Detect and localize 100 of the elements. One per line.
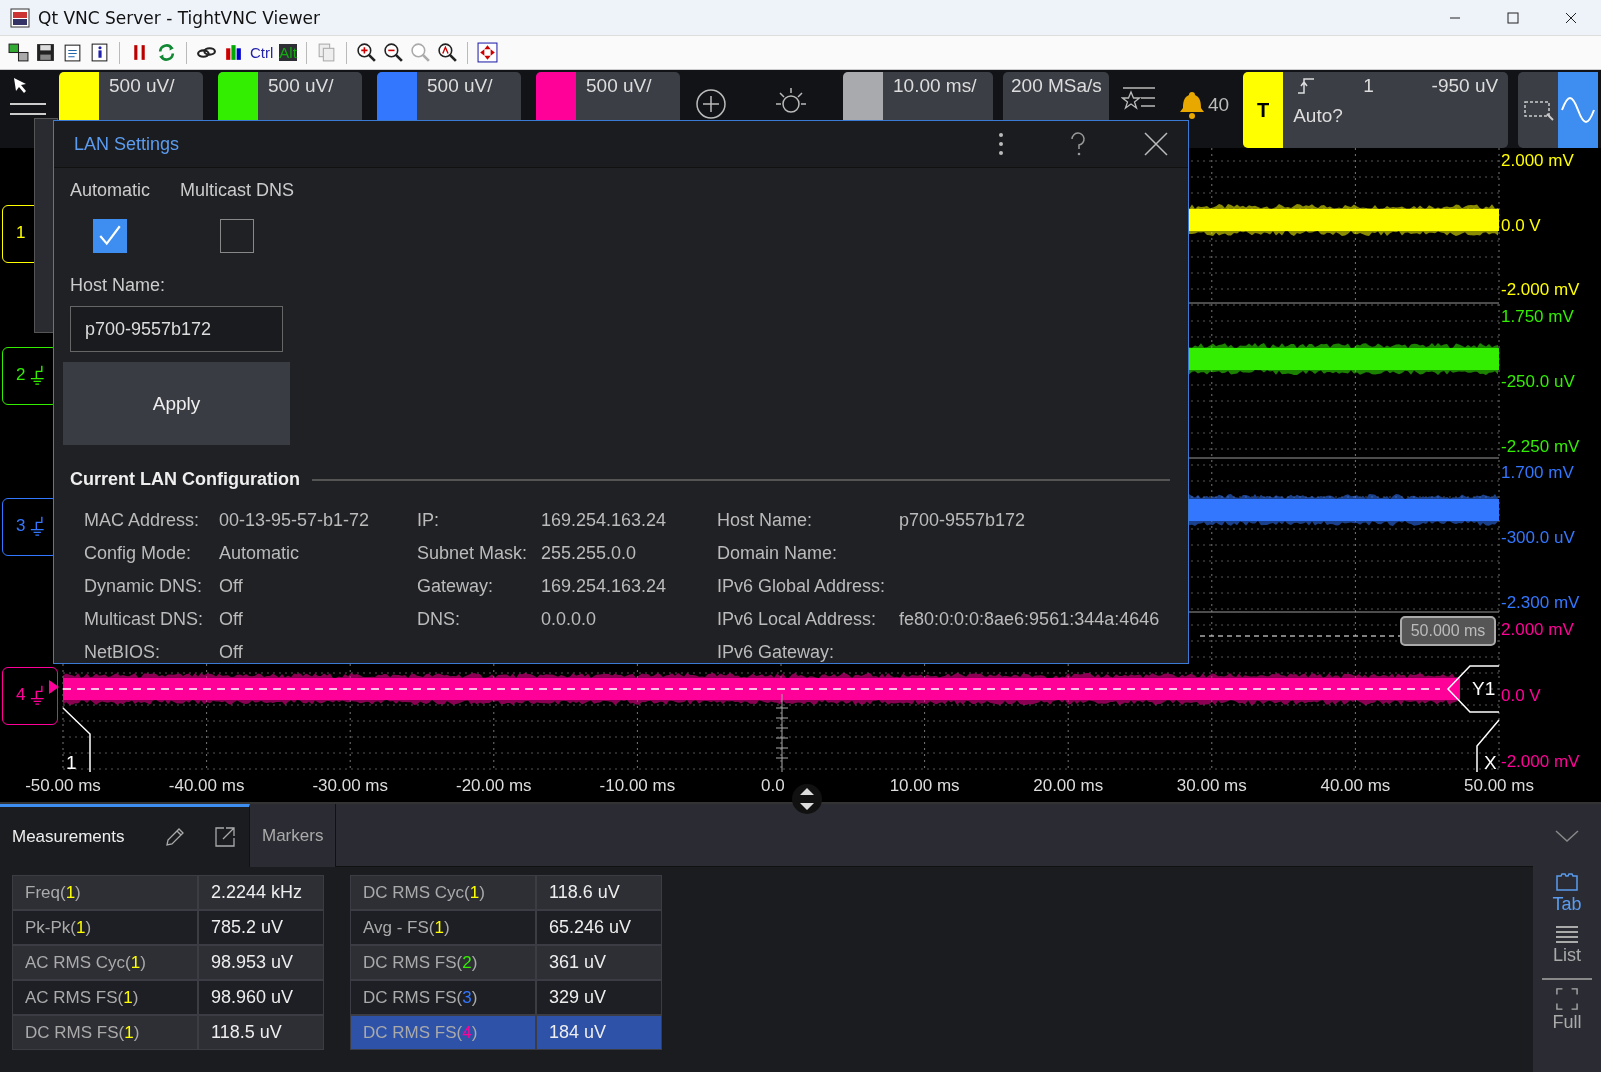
offset-arrow-icon xyxy=(49,680,59,694)
measurement-name[interactable]: AC RMS FS(1) xyxy=(12,980,198,1015)
trigger-source: 1 xyxy=(1363,75,1374,97)
more-options-icon[interactable] xyxy=(998,132,1004,156)
config-value: fe80:0:0:0:8ae6:9561:344a:4646 xyxy=(899,609,1160,630)
select-region-icon[interactable] xyxy=(1523,98,1556,122)
channel-number: 1 xyxy=(16,223,26,243)
host-name-label: Host Name: xyxy=(70,275,166,296)
config-label: Dynamic DNS: xyxy=(84,576,204,597)
config-value: 00-13-95-57-b1-72 xyxy=(219,510,371,531)
panel-tab[interactable]: Markers xyxy=(250,825,336,846)
config-value: Automatic xyxy=(219,543,301,564)
apply-button[interactable]: Apply xyxy=(63,362,290,445)
zoom-in-icon[interactable] xyxy=(355,42,377,63)
axis-label: 0.0 V xyxy=(1501,685,1541,707)
external-link-icon[interactable] xyxy=(214,826,237,848)
x-cursor-marker xyxy=(1476,719,1500,773)
measurement-value: 785.2 uV xyxy=(198,910,324,945)
measurement-value: 98.960 uV xyxy=(198,980,324,1015)
time-label: 30.00 ms xyxy=(1176,776,1247,796)
config-label: Config Mode: xyxy=(84,543,193,564)
measurement-value: 98.953 uV xyxy=(198,945,324,980)
maximize-icon[interactable] xyxy=(1507,11,1519,24)
checkbox[interactable] xyxy=(93,219,127,253)
config-label: IP: xyxy=(417,510,440,531)
measurement-name[interactable]: DC RMS Cyc(1) xyxy=(350,875,536,910)
config-label: IPv6 Global Address: xyxy=(717,576,887,597)
host-name-field[interactable]: p700-9557b172 xyxy=(70,306,283,352)
zoom-out-icon[interactable] xyxy=(382,42,404,63)
cursor-time-readout: 50.000 ms xyxy=(1400,616,1496,646)
add-icon[interactable] xyxy=(695,88,727,120)
time-scale: 10.00 ms/ xyxy=(892,74,977,97)
view-button[interactable]: List xyxy=(1553,925,1581,966)
config-label: Subnet Mask: xyxy=(417,543,529,564)
measurement-name[interactable]: DC RMS FS(2) xyxy=(350,945,536,980)
config-label: Host Name: xyxy=(717,510,814,531)
measurement-value: 184 uV xyxy=(536,1015,662,1050)
chevron-down-icon[interactable] xyxy=(1555,830,1579,842)
option-label: Automatic xyxy=(70,180,151,201)
config-label: IPv6 Gateway: xyxy=(717,642,836,663)
measurement-name[interactable]: DC RMS FS(1) xyxy=(12,1015,198,1050)
alert-count: 40 xyxy=(1208,94,1230,116)
measurement-name[interactable]: DC RMS FS(3) xyxy=(350,980,536,1015)
close-icon[interactable] xyxy=(1144,132,1168,156)
view-button[interactable]: Full xyxy=(1552,987,1582,1033)
measurement-value: 118.6 uV xyxy=(536,875,662,910)
checkbox[interactable] xyxy=(220,219,255,253)
channel-marker[interactable]: 4 xyxy=(2,667,58,725)
channel-number: 3 xyxy=(16,516,26,536)
channel-scale: 500 uV/ xyxy=(585,74,652,97)
channel-scale: 500 uV/ xyxy=(426,74,493,97)
view-button[interactable]: Tab xyxy=(1552,872,1582,915)
alt-button[interactable]: Alt xyxy=(279,44,297,61)
ctrl-button[interactable]: Ctrl xyxy=(250,44,274,61)
sample-rate: 200 MSa/s xyxy=(1010,74,1102,97)
transfer-icon[interactable] xyxy=(8,42,29,63)
close-icon[interactable] xyxy=(1565,11,1577,24)
time-label: -20.00 ms xyxy=(456,776,532,796)
channel-number: 2 xyxy=(16,365,26,385)
save-icon[interactable] xyxy=(35,42,56,63)
time-label: -10.00 ms xyxy=(599,776,676,796)
config-value: 169.254.163.24 xyxy=(541,510,668,531)
trigger-mode: Auto? xyxy=(1293,105,1344,127)
config-label: Gateway: xyxy=(417,576,495,597)
axis-label: 0.0 V xyxy=(1501,215,1541,237)
config-label: IPv6 Local Address: xyxy=(717,609,878,630)
trigger-level: -950 uV xyxy=(1431,75,1499,97)
measurement-value: 361 uV xyxy=(536,945,662,980)
config-value: Off xyxy=(219,576,244,597)
fullscreen-icon xyxy=(1556,987,1578,1010)
expand-collapse-icon[interactable] xyxy=(792,782,822,816)
config-value: 255.255.0.0 xyxy=(541,543,638,564)
info-icon[interactable] xyxy=(89,42,110,63)
measurement-name[interactable]: Pk-Pk(1) xyxy=(12,910,198,945)
axis-label: -2.000 mV xyxy=(1501,751,1580,773)
measurement-name[interactable]: AC RMS Cyc(1) xyxy=(12,945,198,980)
measurement-name[interactable]: Freq(1) xyxy=(12,875,198,910)
axis-label: 2.000 mV xyxy=(1501,619,1574,641)
measurement-name[interactable]: Avg - FS(1) xyxy=(350,910,536,945)
menu-icon[interactable] xyxy=(10,102,46,116)
document-icon[interactable] xyxy=(62,42,83,63)
zoom-auto-icon[interactable] xyxy=(436,42,458,63)
axis-label: -2.300 mV xyxy=(1501,592,1580,614)
palette-icon[interactable] xyxy=(223,42,244,63)
waveform-icon[interactable] xyxy=(1558,72,1599,148)
bell-icon[interactable] xyxy=(1179,90,1205,120)
help-icon[interactable] xyxy=(1070,132,1086,156)
cursor-marker xyxy=(62,707,91,773)
measurement-value: 329 uV xyxy=(536,980,662,1015)
trigger-tile[interactable]: T 1 -950 uV Auto? xyxy=(1243,72,1509,148)
panel-tab[interactable]: Measurements xyxy=(0,827,137,847)
fullscreen-icon[interactable] xyxy=(476,42,498,63)
refresh-icon[interactable] xyxy=(156,42,177,63)
config-label: MAC Address: xyxy=(84,510,201,531)
channel-number: 4 xyxy=(16,685,26,705)
cursor-label: 1 xyxy=(66,752,77,774)
config-value: 169.254.163.24 xyxy=(541,576,668,597)
measurement-value: 65.246 uV xyxy=(536,910,662,945)
list-icon xyxy=(1555,925,1579,943)
config-label: NetBIOS: xyxy=(84,642,162,663)
